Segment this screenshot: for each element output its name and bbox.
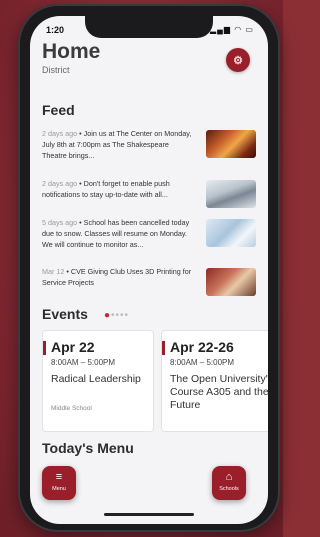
feed-item-date: Mar 12	[42, 267, 65, 276]
event-title: Radical Leadership	[51, 373, 141, 385]
event-accent-bar	[162, 341, 165, 355]
events-pagination-dots: ●••••	[104, 310, 130, 321]
schools-button[interactable]: ⌂ Schools	[212, 466, 246, 500]
feed-item-text: 2 days ago • Join us at The Center on Mo…	[42, 128, 194, 161]
app-screen: 1:20 ▂▄▆ ◠ ▭ Home District ⚙ Feed 2 days…	[30, 16, 268, 524]
page-subtitle: District	[42, 65, 70, 75]
district-logo-icon: ⚙	[233, 54, 243, 67]
hamburger-icon: ≡	[55, 471, 63, 483]
district-logo-button[interactable]: ⚙	[226, 48, 250, 72]
feed-thumbnail	[206, 130, 256, 158]
feed-item-text: 5 days ago • School has been cancelled t…	[42, 217, 194, 250]
event-accent-bar	[43, 341, 46, 355]
feed-item-text: 2 days ago • Don't forget to enable push…	[42, 178, 194, 200]
feed-item[interactable]: 2 days ago • Don't forget to enable push…	[42, 178, 256, 216]
event-time: 8:00AM – 5:00PM	[170, 358, 235, 367]
home-indicator[interactable]	[104, 513, 194, 516]
event-time: 8:00AM – 5:00PM	[51, 358, 116, 367]
event-date: Apr 22	[51, 339, 95, 355]
feed-item-date: 2 days ago	[42, 129, 78, 138]
notch	[85, 16, 213, 38]
menu-button-label: Menu	[52, 486, 66, 492]
feed-item[interactable]: 2 days ago • Join us at The Center on Mo…	[42, 128, 256, 166]
event-title: The Open University's Course A305 and th…	[170, 373, 268, 411]
event-card[interactable]: Apr 22 8:00AM – 5:00PM Radical Leadershi…	[42, 330, 154, 432]
feed-item-body: • CVE Giving Club Uses 3D Printing for S…	[42, 267, 192, 287]
feed-thumbnail	[206, 268, 256, 296]
status-time: 1:20	[46, 25, 65, 35]
schools-button-label: Schools	[219, 486, 239, 492]
feed-item[interactable]: Mar 12 • CVE Giving Club Uses 3D Printin…	[42, 266, 256, 304]
feed-thumbnail	[206, 219, 256, 247]
event-date: Apr 22-26	[170, 339, 234, 355]
feed-item-text: Mar 12 • CVE Giving Club Uses 3D Printin…	[42, 266, 194, 288]
feed-item-date: 2 days ago	[42, 179, 78, 188]
event-location: Middle School	[51, 405, 92, 412]
menu-button[interactable]: ≡ Menu	[42, 466, 76, 500]
events-title: Events	[42, 306, 88, 322]
status-icons: ▂▄▆ ◠ ▭	[210, 25, 254, 34]
todays-menu-title: Today's Menu	[42, 440, 134, 456]
feed-item-date: 5 days ago	[42, 218, 78, 227]
feed-thumbnail	[206, 180, 256, 208]
school-building-icon: ⌂	[225, 471, 233, 483]
event-card[interactable]: Apr 22-26 8:00AM – 5:00PM The Open Unive…	[161, 330, 268, 432]
page-title: Home	[42, 40, 101, 63]
feed-item[interactable]: 5 days ago • School has been cancelled t…	[42, 217, 256, 255]
feed-title: Feed	[42, 102, 75, 118]
